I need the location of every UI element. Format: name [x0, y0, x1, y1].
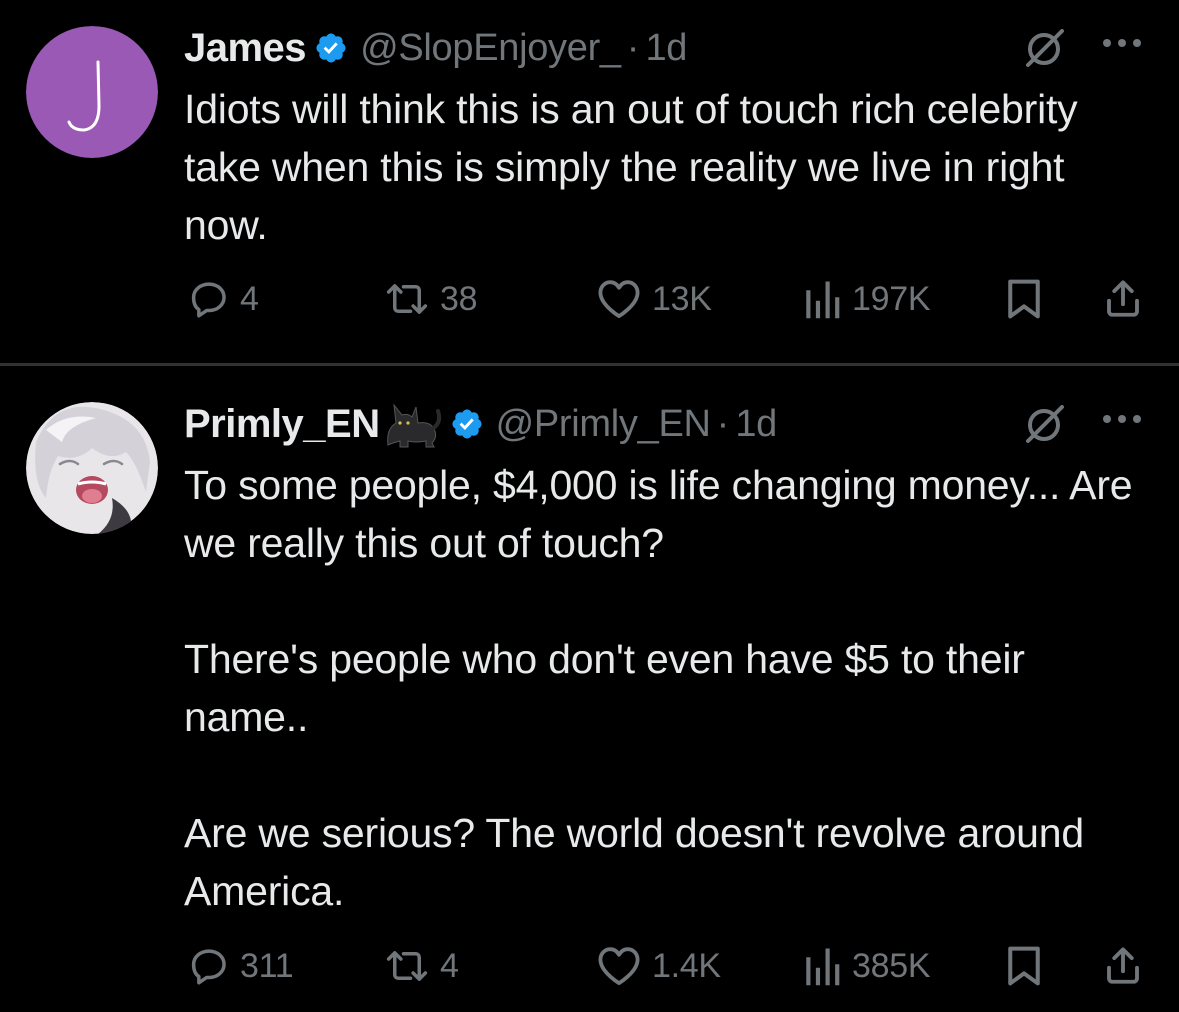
tweet-paragraph: Are we serious? The world doesn't revolv… [184, 810, 1084, 914]
heart-icon [598, 947, 640, 986]
like-button[interactable]: 13K [596, 274, 712, 324]
views-button[interactable]: 197K [802, 274, 931, 324]
repost-count: 38 [440, 279, 478, 318]
more-icon[interactable] [1102, 38, 1142, 48]
verified-badge-icon [314, 31, 348, 65]
reply-count: 4 [240, 279, 259, 318]
reply-button[interactable]: 4 [188, 274, 259, 324]
repost-button[interactable]: 38 [384, 274, 478, 324]
bookmark-button[interactable] [1004, 274, 1044, 324]
share-button[interactable] [1102, 274, 1144, 324]
verified-badge-icon [450, 407, 484, 441]
grok-icon[interactable] [1022, 27, 1066, 71]
share-icon [1107, 947, 1139, 984]
like-count: 1.4K [652, 946, 721, 985]
more-icon[interactable] [1102, 414, 1142, 424]
handle[interactable]: @SlopEnjoyer_ [360, 27, 621, 70]
heart-icon [598, 280, 640, 319]
display-name[interactable]: Primly_EN [184, 402, 380, 447]
views-count: 197K [852, 279, 931, 318]
reply-icon [191, 282, 226, 318]
like-button[interactable]: 1.4K [596, 941, 721, 991]
repost-button[interactable]: 4 [384, 941, 459, 991]
tweet-text: Idiots will think this is an out of touc… [184, 80, 1144, 254]
avatar-letter-icon [26, 26, 158, 158]
action-bar: 4 38 13K 197K [184, 274, 1154, 324]
repost-icon [386, 951, 428, 981]
tweet[interactable]: Primly_EN @Primly_EN · 1d To some people… [0, 366, 1179, 1012]
grok-icon[interactable] [1022, 403, 1066, 447]
black-cat-emoji-icon [382, 399, 442, 449]
like-count: 13K [652, 279, 712, 318]
timestamp[interactable]: 1d [735, 403, 777, 446]
repost-count: 4 [440, 946, 459, 985]
bookmark-icon [1008, 946, 1040, 986]
views-icon [806, 948, 840, 986]
views-icon [806, 281, 840, 319]
separator: · [716, 402, 730, 445]
avatar[interactable] [26, 402, 158, 534]
tweet[interactable]: James @SlopEnjoyer_ · 1d Idiots will thi… [0, 0, 1179, 363]
bookmark-button[interactable] [1004, 941, 1044, 991]
timestamp[interactable]: 1d [645, 27, 687, 70]
reply-count: 311 [240, 946, 294, 985]
action-bar: 311 4 1.4K 385K [184, 941, 1154, 991]
avatar[interactable] [26, 26, 158, 158]
reply-icon [191, 949, 226, 985]
views-count: 385K [852, 946, 931, 985]
tweet-header: James @SlopEnjoyer_ · 1d [184, 22, 1179, 74]
display-name[interactable]: James [184, 26, 307, 71]
tweet-paragraph: Idiots will think this is an out of touc… [184, 86, 1078, 248]
tweet-text: To some people, $4,000 is life changing … [184, 456, 1144, 920]
tweet-paragraph: To some people, $4,000 is life changing … [184, 462, 1133, 566]
views-button[interactable]: 385K [802, 941, 931, 991]
repost-icon [386, 284, 428, 314]
reply-button[interactable]: 311 [188, 941, 294, 991]
anime-avatar-icon [26, 402, 158, 534]
tweet-paragraph: There's people who don't even have $5 to… [184, 636, 1025, 740]
separator: · [626, 26, 640, 69]
handle[interactable]: @Primly_EN [496, 403, 711, 446]
share-button[interactable] [1102, 941, 1144, 991]
bookmark-icon [1008, 279, 1040, 319]
tweet-header: Primly_EN @Primly_EN · 1d [184, 398, 1179, 450]
share-icon [1107, 280, 1139, 317]
